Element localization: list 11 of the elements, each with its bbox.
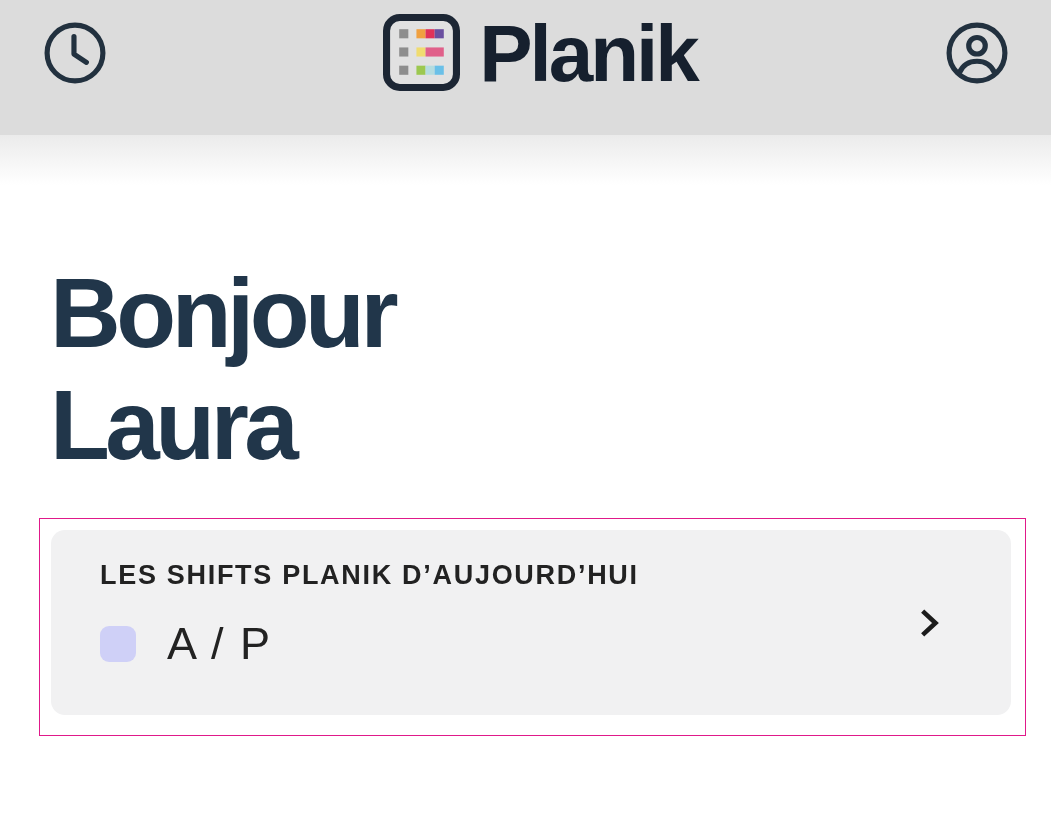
card-title: LES SHIFTS PLANIK D’AUJOURD’HUI: [100, 560, 639, 591]
greeting-heading: Bonjour Laura: [50, 257, 396, 481]
logo-icon: [383, 14, 461, 91]
clock-icon: [44, 21, 106, 84]
user-icon: [946, 21, 1008, 84]
shift-label: A / P: [167, 619, 273, 669]
clock-button[interactable]: [44, 21, 106, 84]
shifts-card[interactable]: LES SHIFTS PLANIK D’AUJOURD’HUI A / P: [51, 530, 1011, 715]
chevron-right-icon: [919, 607, 941, 639]
profile-button[interactable]: [946, 21, 1008, 84]
logo-wordmark: Planik: [479, 13, 697, 94]
